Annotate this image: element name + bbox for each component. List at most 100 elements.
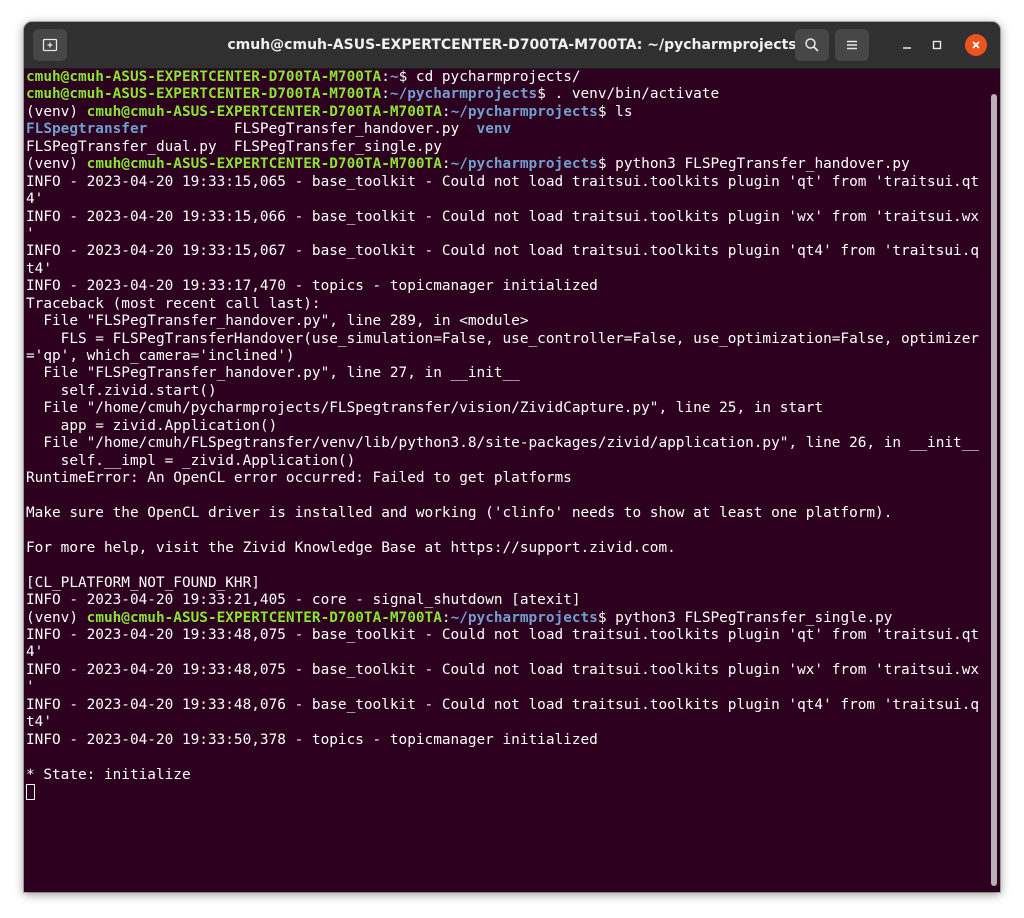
terminal-line: ' <box>26 226 988 243</box>
terminal-line: Make sure the OpenCL driver is installed… <box>26 505 988 522</box>
terminal-text: INFO - 2023-04-20 19:33:21,405 - core - … <box>26 592 581 609</box>
terminal-text: (venv) <box>26 609 87 626</box>
terminal-text: INFO - 2023-04-20 19:33:48,076 - base_to… <box>26 696 980 713</box>
terminal-line: t4' <box>26 714 988 731</box>
prompt-user-host: cmuh@cmuh-ASUS-EXPERTCENTER-D700TA-M700T… <box>86 609 442 626</box>
terminal-text: : <box>381 69 390 85</box>
menu-button[interactable] <box>835 29 869 61</box>
terminal-line: cmuh@cmuh-ASUS-EXPERTCENTER-D700TA-M700T… <box>26 69 988 86</box>
terminal-text: FLSPegTransfer_handover.py <box>147 121 477 138</box>
terminal-text: $ . venv/bin/activate <box>537 86 720 103</box>
terminal-text: INFO - 2023-04-20 19:33:48,075 - base_to… <box>26 661 980 678</box>
terminal-line: RuntimeError: An OpenCL error occurred: … <box>26 470 988 487</box>
terminal-line: app = zivid.Application() <box>26 418 988 435</box>
terminal-text: ='qp', which_camera='inclined') <box>26 348 295 364</box>
terminal-line: 4' <box>26 191 988 208</box>
terminal-line: ='qp', which_camera='inclined') <box>26 348 988 365</box>
terminal-output[interactable]: cmuh@cmuh-ASUS-EXPERTCENTER-D700TA-M700T… <box>24 69 988 892</box>
prompt-user-host: cmuh@cmuh-ASUS-EXPERTCENTER-D700TA-M700T… <box>26 86 382 103</box>
terminal-text: : <box>441 609 451 626</box>
minimize-button[interactable] <box>896 34 918 56</box>
highlighted-path: ~/pycharmprojects <box>450 103 598 120</box>
terminal-line: t4' <box>26 261 988 278</box>
close-icon <box>972 41 980 49</box>
terminal-line: * State: initialize <box>26 767 988 784</box>
terminal-line: (venv) cmuh@cmuh-ASUS-EXPERTCENTER-D700T… <box>26 610 988 627</box>
terminal-text: : <box>381 86 390 103</box>
terminal-text: FLS = FLSPegTransferHandover(use_simulat… <box>26 330 980 347</box>
terminal-text: : <box>441 156 451 173</box>
terminal-line: FLSPegTransfer_dual.py FLSPegTransfer_si… <box>26 139 988 156</box>
terminal-line: ' <box>26 679 988 696</box>
title-bar[interactable]: cmuh@cmuh-ASUS-EXPERTCENTER-D700TA-M700T… <box>24 22 1000 69</box>
terminal-line: File "/home/cmuh/pycharmprojects/FLSpegt… <box>26 400 988 417</box>
terminal-line: INFO - 2023-04-20 19:33:15,066 - base_to… <box>26 209 988 226</box>
search-icon <box>805 38 819 52</box>
terminal-line: self.__impl = _zivid.Application() <box>26 453 988 470</box>
terminal-text: File "/home/cmuh/FLSpegtransfer/venv/lib… <box>26 435 980 452</box>
terminal-line: [CL_PLATFORM_NOT_FOUND_KHR] <box>26 575 988 592</box>
terminal-text: INFO - 2023-04-20 19:33:15,067 - base_to… <box>26 243 980 260</box>
terminal-text: INFO - 2023-04-20 19:33:17,470 - topics … <box>26 278 598 295</box>
search-button[interactable] <box>795 29 829 61</box>
terminal-line: File "FLSPegTransfer_handover.py", line … <box>26 313 988 330</box>
terminal-line: (venv) cmuh@cmuh-ASUS-EXPERTCENTER-D700T… <box>26 156 988 173</box>
terminal-text: File "FLSPegTransfer_handover.py", line … <box>26 365 520 382</box>
terminal-line: File "/home/cmuh/FLSpegtransfer/venv/lib… <box>26 435 988 452</box>
terminal-line: (venv) cmuh@cmuh-ASUS-EXPERTCENTER-D700T… <box>26 104 988 121</box>
terminal-line: For more help, visit the Zivid Knowledge… <box>26 540 988 557</box>
terminal-window: cmuh@cmuh-ASUS-EXPERTCENTER-D700TA-M700T… <box>24 22 1000 892</box>
scrollbar[interactable] <box>991 94 997 886</box>
highlighted-path: FLSpegtransfer <box>26 121 148 138</box>
window-title: cmuh@cmuh-ASUS-EXPERTCENTER-D700TA-M700T… <box>227 37 797 53</box>
terminal-text: File "FLSPegTransfer_handover.py", line … <box>26 313 529 330</box>
terminal-text: (venv) <box>26 156 87 173</box>
highlighted-path: ~/pycharmprojects <box>389 86 538 103</box>
prompt-user-host: cmuh@cmuh-ASUS-EXPERTCENTER-D700TA-M700T… <box>86 156 442 173</box>
terminal-text: (venv) <box>26 103 87 120</box>
terminal-text: self.__impl = _zivid.Application() <box>26 452 356 469</box>
cursor-line <box>26 783 988 801</box>
terminal-text: FLSPegTransfer_dual.py FLSPegTransfer_si… <box>26 138 442 155</box>
terminal-text: File "/home/cmuh/pycharmprojects/FLSpegt… <box>26 400 824 417</box>
terminal-text: t4' <box>26 260 52 277</box>
close-button[interactable] <box>965 34 987 56</box>
terminal-text: For more help, visit the Zivid Knowledge… <box>26 539 676 556</box>
hamburger-menu-icon <box>847 40 857 50</box>
terminal-line: INFO - 2023-04-20 19:33:48,075 - base_to… <box>26 627 988 644</box>
terminal-text: RuntimeError: An OpenCL error occurred: … <box>26 470 572 487</box>
terminal-line: INFO - 2023-04-20 19:33:48,075 - base_to… <box>26 662 988 679</box>
terminal-text: t4' <box>26 714 52 731</box>
terminal-text: self.zivid.start() <box>26 382 217 399</box>
terminal-line: 4' <box>26 644 988 661</box>
highlighted-path: venv <box>476 121 512 138</box>
terminal-text: INFO - 2023-04-20 19:33:50,378 - topics … <box>26 731 598 748</box>
highlighted-path: ~/pycharmprojects <box>450 609 598 626</box>
terminal-line: FLSpegtransfer FLSPegTransfer_handover.p… <box>26 121 988 138</box>
text-cursor <box>26 783 35 800</box>
terminal-text: * State: initialize <box>26 766 191 783</box>
maximize-button[interactable] <box>926 34 948 56</box>
terminal-text: INFO - 2023-04-20 19:33:15,065 - base_to… <box>26 173 980 190</box>
terminal-line: File "FLSPegTransfer_handover.py", line … <box>26 365 988 382</box>
terminal-line: Traceback (most recent call last): <box>26 296 988 313</box>
terminal-text: $ ls <box>597 103 633 120</box>
new-tab-button[interactable] <box>33 29 67 61</box>
terminal-line: INFO - 2023-04-20 19:33:15,065 - base_to… <box>26 174 988 191</box>
terminal-line: INFO - 2023-04-20 19:33:15,067 - base_to… <box>26 243 988 260</box>
terminal-line: INFO - 2023-04-20 19:33:50,378 - topics … <box>26 732 988 749</box>
terminal-text: INFO - 2023-04-20 19:33:15,066 - base_to… <box>26 208 980 225</box>
highlighted-path: ~/pycharmprojects <box>450 156 598 173</box>
terminal-line: self.zivid.start() <box>26 383 988 400</box>
scrollbar-thumb[interactable] <box>991 94 997 886</box>
terminal-text: ' <box>26 225 35 242</box>
highlighted-path: ~ <box>389 69 399 85</box>
terminal-text: $ python3 FLSPegTransfer_single.py <box>597 609 893 626</box>
terminal-text: [CL_PLATFORM_NOT_FOUND_KHR] <box>26 574 260 591</box>
terminal-text: Traceback (most recent call last): <box>26 295 321 312</box>
terminal-text: 4' <box>26 644 44 661</box>
terminal-text: : <box>441 103 451 120</box>
